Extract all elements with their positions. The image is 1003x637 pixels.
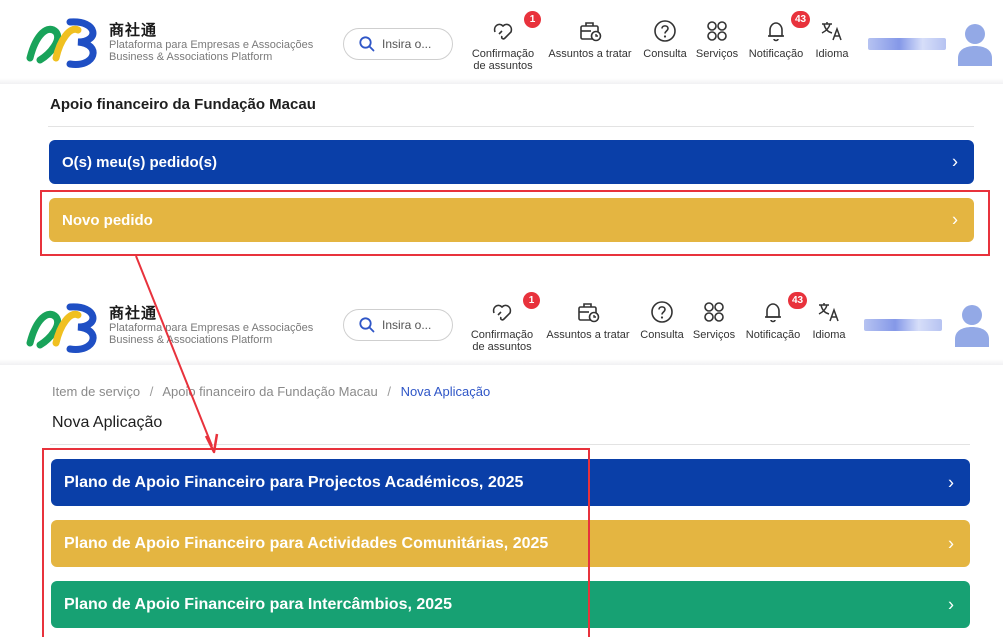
search-icon[interactable] [358,35,376,53]
handshake-icon [493,23,513,40]
search-icon[interactable] [358,316,376,334]
plan-academic-button[interactable]: Plano de Apoio Financeiro para Projectos… [51,459,970,506]
nav-confirmation[interactable]: Confirmação de assuntos [469,299,535,353]
notifications-badge: 43 [791,11,811,28]
platform-logo-icon[interactable] [26,299,102,355]
nav-confirmation[interactable]: Confirmação de assuntos [470,18,536,72]
brand-english-name: Business & Associations Platform [109,334,273,346]
my-requests-label: O(s) meu(s) pedido(s) [62,153,218,171]
breadcrumb-item-service[interactable]: Item de serviço [52,384,140,399]
nav-consult[interactable]: Consulta [637,299,687,341]
chevron-right-icon: › [952,209,958,230]
search-input[interactable] [382,37,452,51]
nav-confirmation-label-2: de assuntos [472,341,532,353]
new-request-button[interactable]: Novo pedido › [49,198,974,242]
question-circle-icon [651,301,673,323]
nav-tasks[interactable]: Assuntos a tratar [545,18,635,60]
nav-notifications-label: Notificação [748,48,804,60]
notifications-badge: 43 [788,292,808,309]
question-circle-icon [654,20,676,42]
services-grid-icon [707,21,727,41]
nav-services[interactable]: Serviços [694,18,740,60]
platform-logo-icon[interactable] [26,14,102,70]
plan-community-label: Plano de Apoio Financeiro para Actividad… [64,534,549,552]
nav-tasks-label: Assuntos a tratar [546,329,630,341]
title-divider [50,444,970,445]
plan-exchange-label: Plano de Apoio Financeiro para Intercâmb… [64,595,452,613]
nav-tasks-label: Assuntos a tratar [548,48,632,60]
translate-icon [818,303,839,322]
briefcase-clock-icon [580,22,602,42]
chevron-right-icon: › [948,594,954,614]
nav-consult-label: Consulta [640,329,684,341]
breadcrumb-separator: / [387,384,391,399]
brand-english-name: Business & Associations Platform [109,51,273,63]
translate-icon [821,22,842,41]
brand-chinese-name: 商社通 [109,304,158,322]
search-box[interactable] [343,309,453,341]
brand-portuguese-name: Plataforma para Empresas e Associações [109,39,314,51]
bell-icon [768,22,784,42]
nav-confirmation-label-1: Confirmação [471,48,535,60]
plan-community-button[interactable]: Plano de Apoio Financeiro para Actividad… [51,520,970,567]
my-requests-button[interactable]: O(s) meu(s) pedido(s) › [49,140,974,184]
avatar-icon[interactable] [954,303,990,347]
header-shadow [0,78,1003,84]
breadcrumb-item-current: Nova Aplicação [400,384,491,399]
nav-language-label: Idioma [815,48,849,60]
search-input[interactable] [382,318,452,332]
briefcase-clock-icon [578,303,600,323]
page-title-nova-aplicacao: Nova Aplicação [52,414,163,431]
chevron-right-icon: › [948,472,954,492]
username-redacted[interactable] [864,319,942,331]
nav-consult-label: Consulta [643,48,687,60]
search-box[interactable] [343,28,453,60]
plan-exchange-button[interactable]: Plano de Apoio Financeiro para Intercâmb… [51,581,970,628]
brand-chinese-name: 商社通 [109,21,158,39]
breadcrumb: Item de serviço / Apoio financeiro da Fu… [52,384,490,399]
nav-tasks[interactable]: Assuntos a tratar [543,299,633,341]
username-redacted[interactable] [868,38,946,50]
title-divider [48,126,974,127]
nav-services[interactable]: Serviços [691,299,737,341]
nav-confirmation-label-2: de assuntos [473,60,533,72]
chevron-right-icon: › [948,533,954,553]
top-header-2: 商社通 Plataforma para Empresas e Associaçõ… [0,287,1003,365]
plan-academic-label: Plano de Apoio Financeiro para Projectos… [64,473,524,491]
brand-text: 商社通 Plataforma para Empresas e Associaçõ… [109,21,314,64]
avatar-icon[interactable] [957,22,993,66]
header-shadow [0,359,1003,365]
top-header: 商社通 Plataforma para Empresas e Associaçõ… [0,0,1003,84]
brand-portuguese-name: Plataforma para Empresas e Associações [109,322,314,334]
services-grid-icon [704,302,724,322]
brand-text: 商社通 Plataforma para Empresas e Associaçõ… [109,304,314,347]
breadcrumb-item-fundacao[interactable]: Apoio financeiro da Fundação Macau [162,384,377,399]
nav-language-label: Idioma [812,329,846,341]
page-title-fundacao: Apoio financeiro da Fundação Macau [50,96,316,113]
nav-consult[interactable]: Consulta [640,18,690,60]
confirmation-badge: 1 [523,292,540,309]
nav-services-label: Serviços [692,329,736,341]
nav-language[interactable]: Idioma [809,299,849,341]
nav-notifications-label: Notificação [745,329,801,341]
bell-icon [765,303,781,323]
confirmation-badge: 1 [524,11,541,28]
nav-language[interactable]: Idioma [812,18,852,60]
chevron-right-icon: › [952,151,958,172]
breadcrumb-separator: / [149,384,154,399]
nav-services-label: Serviços [695,48,739,60]
new-request-label: Novo pedido [62,211,153,229]
handshake-icon [492,304,512,321]
nav-confirmation-label-1: Confirmação [470,329,534,341]
